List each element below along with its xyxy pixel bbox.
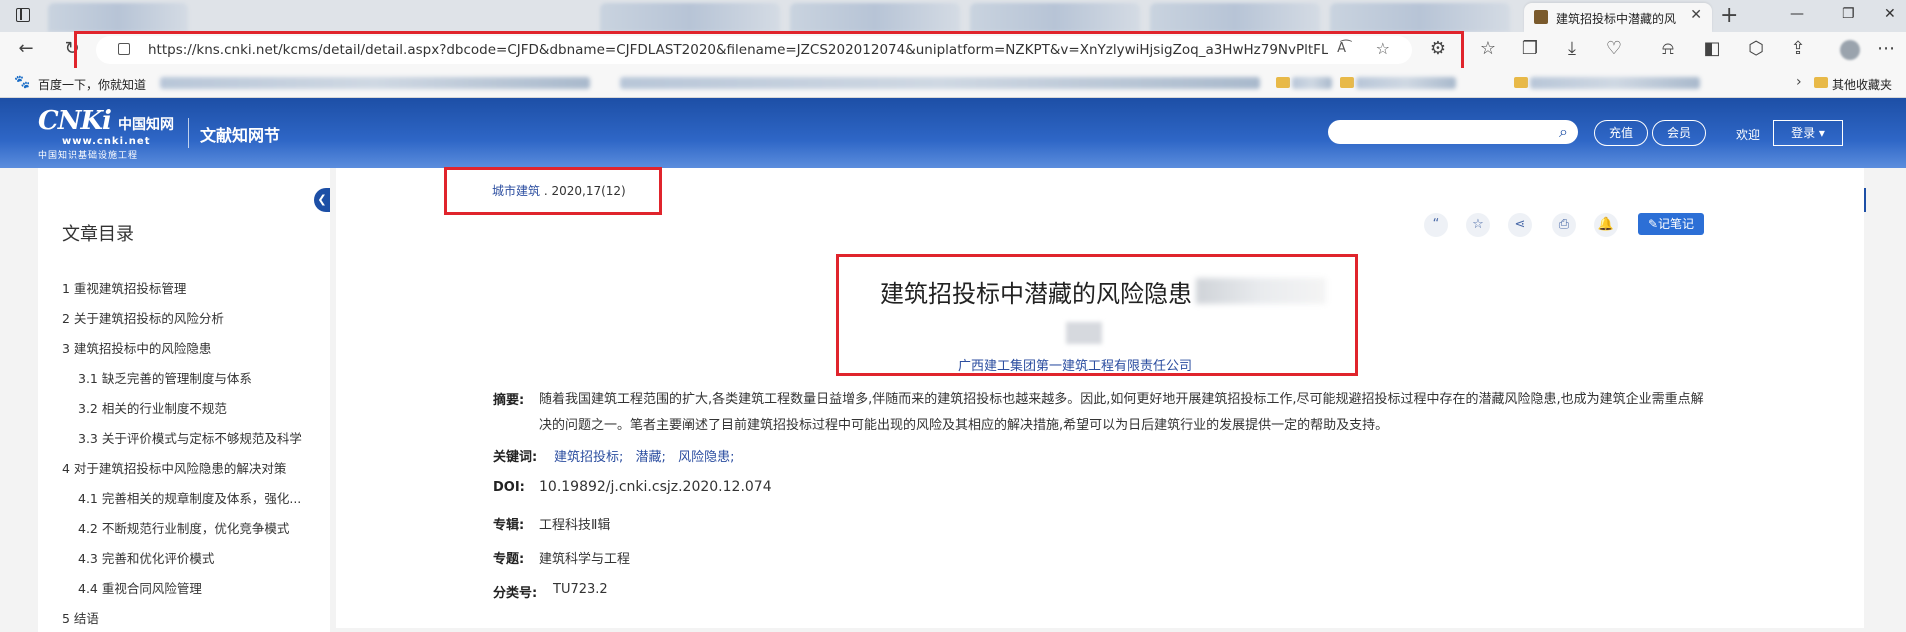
minimize-icon[interactable]: —	[1790, 6, 1804, 22]
active-tab-title: 建筑招投标中潜藏的风	[1556, 12, 1677, 26]
keyword-link[interactable]: 风险隐患;	[678, 450, 734, 465]
toc-item[interactable]: 4.4 重视合同风险管理	[78, 578, 202, 597]
security-icon[interactable]: ⬡	[1744, 38, 1768, 59]
browser-tab[interactable]	[48, 3, 188, 32]
restore-icon[interactable]: ❐	[1842, 6, 1855, 22]
toc-item[interactable]: 1 重视建筑招投标管理	[62, 278, 186, 297]
classification-label: 分类号:	[493, 586, 538, 601]
bookmark-folder-icon[interactable]	[1340, 77, 1354, 88]
member-button[interactable]: 会员	[1652, 120, 1706, 146]
browser-tab[interactable]	[1150, 3, 1320, 32]
print-icon[interactable]: ⎙	[1552, 213, 1576, 237]
title-highlight-box	[836, 254, 1358, 376]
star-icon[interactable]: ☆	[1466, 213, 1490, 237]
active-tab[interactable]: 建筑招投标中潜藏的风 ✕	[1524, 3, 1712, 32]
baidu-paw-icon: 🐾	[14, 75, 31, 90]
toc-item[interactable]: 5 结语	[62, 608, 99, 627]
favorites-icon[interactable]: ☆	[1476, 38, 1500, 59]
collections-icon[interactable]: ❐	[1518, 38, 1542, 59]
keywords-list: 建筑招投标; 潜藏; 风险隐患;	[554, 446, 742, 465]
toc-item[interactable]: 4.1 完善相关的规章制度及体系，强化...	[78, 488, 301, 507]
doi-value: 10.19892/j.cnki.csjz.2020.12.074	[539, 479, 772, 495]
health-icon[interactable]: ♡	[1602, 38, 1626, 59]
recharge-button[interactable]: 充值	[1594, 120, 1648, 146]
journal-highlight-box	[444, 167, 662, 215]
bookmark-folder-icon[interactable]	[1276, 77, 1290, 88]
logo-chinese: 中国知网	[118, 117, 175, 133]
subject-value: 建筑科学与工程	[539, 552, 631, 567]
abstract-label: 摘要:	[493, 393, 525, 408]
subject-label: 专题:	[493, 552, 525, 567]
close-tab-icon[interactable]: ✕	[1690, 7, 1702, 23]
bookmark-blurred[interactable]	[1292, 77, 1332, 89]
classification-value: TU723.2	[553, 582, 608, 597]
series-label: 专辑:	[493, 518, 525, 533]
toc-item[interactable]: 3.2 相关的行业制度不规范	[78, 398, 227, 417]
header-search-input[interactable]: ⌕	[1328, 120, 1578, 144]
bookmark-folder-icon[interactable]	[1514, 77, 1528, 88]
toc-item[interactable]: 4.2 不断规范行业制度，优化竞争模式	[78, 518, 289, 537]
tab-actions-icon[interactable]	[16, 8, 30, 22]
browser-tab[interactable]	[600, 3, 780, 32]
tab-bar: 建筑招投标中潜藏的风 ✕ + — ❐ ✕	[0, 0, 1906, 32]
profile-avatar-icon[interactable]	[1840, 40, 1860, 60]
site-name: 文献知网节	[200, 126, 281, 145]
toc-item[interactable]: 2 关于建筑招投标的风险分析	[62, 308, 224, 327]
office-icon[interactable]: ◧	[1700, 38, 1724, 59]
browser-tab[interactable]	[1330, 3, 1510, 32]
bell-icon[interactable]: 🔔	[1594, 213, 1618, 237]
browser-tab[interactable]	[970, 3, 1140, 32]
more-menu-icon[interactable]: ⋯	[1874, 38, 1898, 59]
notification-bell-icon[interactable]: ⍾	[1656, 38, 1680, 59]
toc-item[interactable]: 3 建筑招投标中的风险隐患	[62, 338, 211, 357]
toc-item[interactable]: 3.1 缺乏完善的管理制度与体系	[78, 368, 252, 387]
new-tab-button[interactable]: +	[1720, 3, 1738, 28]
doi-label: DOI:	[493, 480, 525, 495]
window-close-icon[interactable]: ✕	[1884, 6, 1896, 22]
toc-item[interactable]: 4.3 完善和优化评价模式	[78, 548, 214, 567]
share-icon[interactable]: ⋖	[1508, 213, 1532, 237]
bookmark-baidu[interactable]: 百度一下，你就知道	[38, 76, 146, 93]
toc-title: 文章目录	[62, 224, 134, 245]
toc-item[interactable]: 4 对于建筑招投标中风险隐患的解决对策	[62, 458, 286, 477]
logo-site-url: www.cnki.net	[62, 136, 151, 147]
toc-item[interactable]: 3.3 关于评价模式与定标不够规范及科学	[78, 428, 302, 447]
download-icon[interactable]: ⤓	[1560, 38, 1584, 59]
logo-wordmark: CNKi	[38, 106, 112, 136]
abstract-text: 随着我国建筑工程范围的扩大,各类建筑工程数量日益增多,伴随而来的建筑招投标也越来…	[539, 392, 1704, 433]
folder-icon	[1814, 77, 1828, 88]
back-arrow-icon[interactable]: ←	[14, 38, 38, 59]
series-value: 工程科技Ⅱ辑	[539, 518, 611, 533]
toc-panel: 文章目录 1 重视建筑招投标管理 2 关于建筑招投标的风险分析 3 建筑招投标中…	[38, 168, 330, 632]
quote-icon[interactable]: “	[1424, 213, 1448, 237]
share-page-icon[interactable]: ⇪	[1786, 38, 1810, 59]
login-button[interactable]: 登录 ▾	[1773, 120, 1843, 146]
bookmark-blurred[interactable]	[160, 77, 590, 89]
bookmarks-bar: 🐾 百度一下，你就知道 › 其他收藏夹	[0, 68, 1906, 98]
cnki-logo[interactable]: CNKi 中国知网 www.cnki.net 中国知识基础设施工程	[38, 106, 175, 161]
bookmark-blurred[interactable]	[620, 77, 1260, 89]
bookmark-blurred[interactable]	[1356, 77, 1456, 89]
cnki-header: CNKi 中国知网 www.cnki.net 中国知识基础设施工程 文献知网节 …	[0, 98, 1906, 168]
search-icon[interactable]: ⌕	[1559, 122, 1568, 142]
logo-divider	[188, 118, 189, 148]
browser-tab[interactable]	[790, 3, 960, 32]
chevron-right-icon[interactable]: ›	[1796, 74, 1802, 90]
logo-slogan: 中国知识基础设施工程	[38, 151, 139, 161]
keyword-link[interactable]: 潜藏;	[636, 450, 666, 465]
bookmark-other-favorites[interactable]: 其他收藏夹	[1832, 76, 1892, 93]
take-note-button[interactable]: ✎记笔记	[1638, 213, 1704, 235]
keywords-label: 关键词:	[493, 450, 538, 465]
cnki-favicon-icon	[1534, 10, 1548, 24]
bookmark-blurred[interactable]	[1530, 77, 1700, 89]
welcome-text: 欢迎	[1736, 128, 1761, 142]
keyword-link[interactable]: 建筑招投标;	[554, 450, 623, 465]
